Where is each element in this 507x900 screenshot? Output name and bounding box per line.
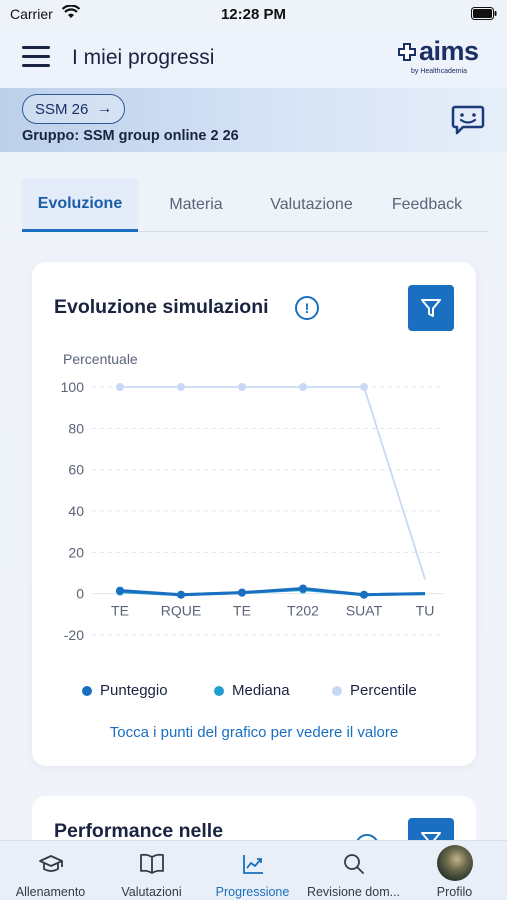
hamburger-line [22, 55, 50, 58]
clock: 12:28 PM [220, 6, 287, 23]
data-point-punteggio[interactable] [299, 584, 307, 593]
data-point-percentile[interactable] [360, 383, 368, 391]
legend-label: Mediana [232, 682, 290, 699]
data-point-punteggio[interactable] [238, 588, 246, 597]
nav-valutazioni[interactable]: Valutazioni [101, 841, 202, 900]
filter-button[interactable] [408, 285, 454, 331]
nav-label: Revisione dom... [306, 885, 401, 899]
nav-label: Valutazioni [121, 885, 182, 899]
nav-label: Allenamento [15, 885, 86, 899]
series-line-percentile [120, 386, 426, 580]
chart-legend: Punteggio Mediana Percentile [32, 682, 476, 706]
tab-evoluzione[interactable]: Evoluzione [22, 178, 138, 232]
data-point-percentile[interactable] [177, 383, 185, 391]
card-title: Evoluzione simulazioni [54, 296, 269, 318]
bottom-nav: Allenamento Valutazioni Progressione Rev… [0, 840, 507, 900]
aims-logo: aims by Healthcademia [395, 36, 485, 78]
course-chip[interactable]: SSM 26 → [22, 94, 126, 124]
x-tick-label: TE [233, 603, 251, 619]
x-tick-label: TU [416, 603, 435, 619]
x-tick-label: RQUE [161, 603, 201, 619]
data-point-percentile[interactable] [238, 383, 246, 391]
book-icon [140, 853, 164, 874]
data-point-percentile[interactable] [299, 383, 307, 391]
y-tick-label: 0 [76, 586, 84, 602]
y-tick-label: 80 [68, 420, 84, 436]
logo-text: aims [419, 36, 479, 66]
evolution-chart[interactable]: Percentuale 100 80 60 40 20 0 -20 TE RQUE TE T202 SU… [32, 342, 476, 662]
avatar [437, 845, 473, 881]
nav-label: Profilo [436, 885, 473, 899]
search-icon [344, 854, 364, 874]
data-point-punteggio[interactable] [360, 590, 368, 599]
x-tick-label: T202 [287, 603, 319, 619]
legend-item-punteggio[interactable]: Punteggio [82, 682, 168, 699]
x-tick-label: TE [111, 603, 129, 619]
nav-profilo[interactable]: Profilo [404, 841, 505, 900]
nav-label: Progressione [215, 885, 290, 899]
tab-valutazione[interactable]: Valutazione [254, 178, 369, 232]
legend-label: Percentile [350, 682, 417, 699]
menu-button[interactable] [22, 46, 50, 70]
tab-bar: Evoluzione Materia Valutazione Feedback [22, 178, 488, 232]
y-tick-label: 100 [61, 379, 85, 395]
legend-label: Punteggio [100, 682, 168, 699]
nav-progressione[interactable]: Progressione [202, 841, 303, 900]
data-point-punteggio[interactable] [116, 586, 124, 595]
y-tick-label: 40 [68, 503, 84, 519]
medical-cross-icon [398, 43, 416, 61]
app-header: I miei progressi aims by Healthcademia [0, 30, 507, 88]
legend-dot [82, 685, 92, 696]
legend-item-percentile[interactable]: Percentile [332, 682, 417, 699]
group-label: Gruppo: SSM group online 2 26 [22, 128, 239, 144]
y-tick-label: 60 [68, 462, 84, 478]
chart-icon [243, 855, 263, 874]
chat-icon[interactable] [451, 105, 485, 135]
data-point-punteggio[interactable] [177, 590, 185, 599]
nav-revisione[interactable]: Revisione dom... [303, 841, 404, 900]
tab-materia[interactable]: Materia [144, 178, 248, 232]
legend-dot [332, 685, 342, 696]
group-bar: SSM 26 → Gruppo: SSM group online 2 26 [0, 88, 507, 152]
legend-item-mediana[interactable]: Mediana [214, 682, 290, 699]
info-icon[interactable]: ! [295, 296, 319, 320]
nav-allenamento[interactable]: Allenamento [0, 841, 101, 900]
filter-icon [421, 299, 441, 317]
status-bar: Carrier 12:28 PM [0, 0, 507, 30]
y-tick-label: 20 [68, 544, 84, 560]
y-tick-label: -20 [64, 627, 84, 643]
legend-dot [214, 685, 224, 696]
page-title: I miei progressi [72, 46, 215, 69]
hamburger-icon [22, 46, 50, 49]
evolution-card: Evoluzione simulazioni ! Percentuale 100 8… [32, 262, 476, 766]
course-chip-label: SSM 26 [35, 100, 89, 118]
graduation-cap-icon [39, 855, 63, 872]
hamburger-line [22, 64, 50, 67]
arrow-right-icon: → [96, 100, 113, 117]
logo-subtext: by Healthcademia [411, 68, 468, 75]
battery-icon [471, 7, 497, 20]
chart-hint: Tocca i punti del grafico per vedere il … [109, 724, 399, 741]
y-axis-label: Percentuale [63, 351, 138, 367]
tab-feedback[interactable]: Feedback [377, 178, 477, 232]
data-point-percentile[interactable] [116, 383, 124, 391]
x-tick-label: SUAT [346, 603, 383, 619]
